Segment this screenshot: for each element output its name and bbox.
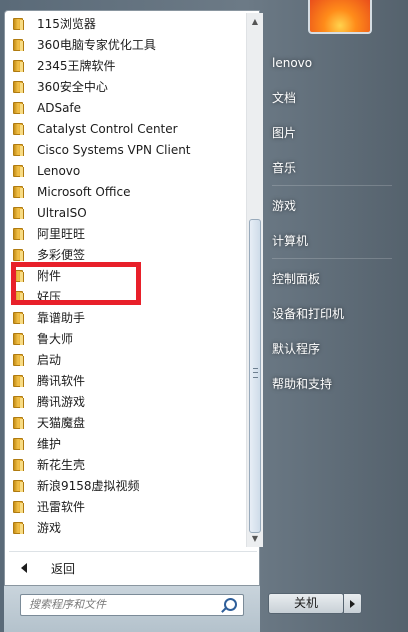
program-folder-games[interactable]: 游戏 xyxy=(9,517,245,538)
folder-icon xyxy=(13,311,24,325)
program-folder-cisco-vpn[interactable]: Cisco Systems VPN Client xyxy=(9,139,245,160)
devices-printers-link[interactable]: 设备和打印机 xyxy=(272,302,398,326)
pictures-link[interactable]: 图片 xyxy=(272,121,398,145)
user-folder-link[interactable]: lenovo xyxy=(272,51,398,75)
program-label: 360安全中心 xyxy=(37,80,108,94)
program-folder-ultraiso[interactable]: UltraISO xyxy=(9,202,245,223)
folder-icon xyxy=(13,521,24,535)
program-label: UltraISO xyxy=(37,205,87,220)
programs-pane: 115浏览器 360电脑专家优化工具 2345王牌软件 360安全中心 ADSa… xyxy=(4,10,263,586)
program-label: 腾讯软件 xyxy=(37,374,86,388)
folder-icon xyxy=(13,437,24,451)
folder-icon xyxy=(13,374,24,388)
program-folder-tencent-games[interactable]: 腾讯游戏 xyxy=(9,391,245,412)
scroll-down-icon[interactable]: ▼ xyxy=(248,532,262,546)
folder-icon xyxy=(13,17,24,31)
folder-icon xyxy=(13,353,24,367)
control-panel-link[interactable]: 控制面板 xyxy=(272,267,398,291)
program-label: Lenovo xyxy=(37,163,81,178)
back-button[interactable]: 返回 xyxy=(9,551,257,584)
computer-link[interactable]: 计算机 xyxy=(272,229,398,253)
folder-icon xyxy=(13,248,24,262)
program-folder-thunder[interactable]: 迅雷软件 xyxy=(9,496,245,517)
program-label: 鲁大师 xyxy=(37,332,74,346)
program-label: 360电脑专家优化工具 xyxy=(37,38,156,52)
separator xyxy=(272,185,392,186)
shutdown-button[interactable]: 关机 xyxy=(268,593,344,614)
program-label: 多彩便签 xyxy=(37,248,86,262)
folder-icon xyxy=(13,38,24,52)
documents-link[interactable]: 文档 xyxy=(272,86,398,110)
search-icon[interactable] xyxy=(224,598,237,611)
program-label: 新花生壳 xyxy=(37,458,86,472)
folder-icon xyxy=(13,332,24,346)
search-area: 搜索程序和文件 xyxy=(4,586,260,632)
program-label: 新浪9158虚拟视频 xyxy=(37,479,140,493)
avatar[interactable] xyxy=(308,0,372,34)
help-support-link[interactable]: 帮助和支持 xyxy=(272,372,398,396)
folder-icon xyxy=(13,80,24,94)
start-menu: 115浏览器 360电脑专家优化工具 2345王牌软件 360安全中心 ADSa… xyxy=(0,0,408,632)
program-folder-2345[interactable]: 2345王牌软件 xyxy=(9,55,245,76)
grip-icon xyxy=(253,368,258,378)
folder-icon xyxy=(13,395,24,409)
program-label: 2345王牌软件 xyxy=(37,59,116,73)
program-folder-oray[interactable]: 新花生壳 xyxy=(9,454,245,475)
program-folder-115browser[interactable]: 115浏览器 xyxy=(9,13,245,34)
program-folder-tmall-disk[interactable]: 天猫魔盘 xyxy=(9,412,245,433)
program-label: 维护 xyxy=(37,437,62,451)
search-input[interactable]: 搜索程序和文件 xyxy=(20,594,244,616)
search-placeholder: 搜索程序和文件 xyxy=(29,598,106,611)
program-label: 天猫魔盘 xyxy=(37,416,86,430)
back-arrow-icon xyxy=(21,563,27,573)
program-label: 靠谱助手 xyxy=(37,311,86,325)
program-folder-adsafe[interactable]: ADSafe xyxy=(9,97,245,118)
program-label: Catalyst Control Center xyxy=(37,121,178,136)
program-list-scrollbar[interactable]: ▲ ▼ xyxy=(246,13,263,547)
program-label: Microsoft Office xyxy=(37,184,131,199)
folder-icon xyxy=(13,164,24,178)
separator xyxy=(272,258,392,259)
music-link[interactable]: 音乐 xyxy=(272,156,398,180)
program-folder-aliwangwang[interactable]: 阿里旺旺 xyxy=(9,223,245,244)
program-folder-360-optimizer[interactable]: 360电脑专家优化工具 xyxy=(9,34,245,55)
folder-icon xyxy=(13,227,24,241)
folder-icon xyxy=(13,122,24,136)
folder-icon xyxy=(13,458,24,472)
program-label: 游戏 xyxy=(37,521,62,535)
program-label: Cisco Systems VPN Client xyxy=(37,142,191,157)
program-folder-catalyst[interactable]: Catalyst Control Center xyxy=(9,118,245,139)
shutdown-options-icon[interactable] xyxy=(344,593,362,614)
scroll-thumb[interactable] xyxy=(249,219,261,533)
folder-icon xyxy=(13,143,24,157)
program-folder-kaopu[interactable]: 靠谱助手 xyxy=(9,307,245,328)
annotation-highlight xyxy=(11,262,141,305)
folder-icon xyxy=(13,416,24,430)
program-label: ADSafe xyxy=(37,100,82,115)
program-label: 迅雷软件 xyxy=(37,500,86,514)
program-folder-360-security[interactable]: 360安全中心 xyxy=(9,76,245,97)
right-pane: lenovo 文档 图片 音乐 游戏 计算机 控制面板 设备和打印机 默认程序 … xyxy=(262,0,408,632)
scroll-up-icon[interactable]: ▲ xyxy=(248,15,262,29)
games-link[interactable]: 游戏 xyxy=(272,194,398,218)
folder-icon xyxy=(13,206,24,220)
program-folder-lenovo[interactable]: Lenovo xyxy=(9,160,245,181)
program-folder-maintenance[interactable]: 维护 xyxy=(9,433,245,454)
program-folder-ludashi[interactable]: 鲁大师 xyxy=(9,328,245,349)
program-label: 阿里旺旺 xyxy=(37,227,86,241)
program-label: 腾讯游戏 xyxy=(37,395,86,409)
folder-icon xyxy=(13,101,24,115)
folder-icon xyxy=(13,500,24,514)
folder-icon xyxy=(13,59,24,73)
folder-icon xyxy=(13,479,24,493)
folder-icon xyxy=(13,185,24,199)
back-label: 返回 xyxy=(51,561,76,576)
program-folder-ms-office[interactable]: Microsoft Office xyxy=(9,181,245,202)
program-label: 115浏览器 xyxy=(37,17,96,31)
default-programs-link[interactable]: 默认程序 xyxy=(272,337,398,361)
program-folder-tencent-software[interactable]: 腾讯软件 xyxy=(9,370,245,391)
program-label: 启动 xyxy=(37,353,62,367)
program-folder-sina9158[interactable]: 新浪9158虚拟视频 xyxy=(9,475,245,496)
program-folder-startup[interactable]: 启动 xyxy=(9,349,245,370)
